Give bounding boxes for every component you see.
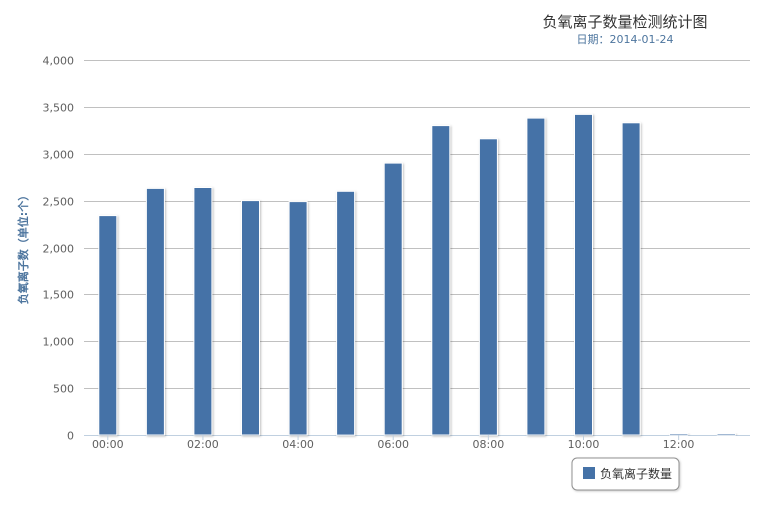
y-tick-label: 0 — [67, 430, 74, 443]
gridlines — [84, 60, 750, 436]
x-tick-label: 00:00 — [92, 438, 124, 451]
chart-container: 负氧离子数量检测统计图 日期：2014-01-24 负氧离子数（单位:个） 0 5… — [0, 0, 759, 510]
bar[interactable] — [383, 162, 403, 436]
y-tick-label: 1,500 — [43, 289, 75, 302]
y-tick-label: 2,500 — [43, 196, 75, 209]
y-tick-label: 4,000 — [43, 55, 75, 68]
bar[interactable] — [431, 125, 451, 436]
bar[interactable] — [669, 433, 689, 436]
legend[interactable]: 负氧离子数量 — [571, 457, 680, 491]
x-tick-label: 02:00 — [187, 438, 219, 451]
y-axis-label: 负氧离子数（单位:个） — [16, 190, 30, 304]
bar[interactable] — [288, 201, 308, 436]
bar[interactable] — [716, 433, 736, 436]
legend-label: 负氧离子数量 — [600, 466, 672, 481]
y-tick-label: 2,000 — [43, 243, 75, 256]
y-axis-ticks: 0 500 1,000 1,500 2,000 2,500 3,000 3,500 4,000 — [43, 55, 75, 443]
chart-title: 负氧离子数量检测统计图 — [542, 13, 707, 31]
y-tick-label: 3,500 — [43, 102, 75, 115]
bar-chart: 负氧离子数量检测统计图 日期：2014-01-24 负氧离子数（单位:个） 0 5… — [16, 13, 750, 491]
bar[interactable] — [145, 187, 165, 436]
bar[interactable] — [478, 138, 498, 436]
legend-swatch — [583, 467, 595, 479]
x-tick-label: 10:00 — [568, 438, 600, 451]
bar[interactable] — [526, 117, 546, 436]
x-axis-ticks: 00:00 02:00 04:00 06:00 08:00 10:00 12:00 — [92, 435, 695, 451]
x-tick-label: 08:00 — [473, 438, 505, 451]
x-tick-label: 12:00 — [663, 438, 695, 451]
bar[interactable] — [574, 113, 593, 436]
x-tick-label: 04:00 — [282, 438, 314, 451]
bars — [98, 113, 736, 436]
bar[interactable] — [336, 190, 356, 436]
bar[interactable] — [193, 187, 213, 436]
y-tick-label: 1,000 — [43, 336, 75, 349]
y-tick-label: 3,000 — [43, 149, 75, 162]
chart-subtitle: 日期：2014-01-24 — [577, 33, 674, 46]
bar[interactable] — [98, 215, 118, 436]
x-tick-label: 06:00 — [377, 438, 409, 451]
y-tick-label: 500 — [53, 383, 74, 396]
bar[interactable] — [621, 122, 641, 436]
bar[interactable] — [241, 200, 260, 436]
